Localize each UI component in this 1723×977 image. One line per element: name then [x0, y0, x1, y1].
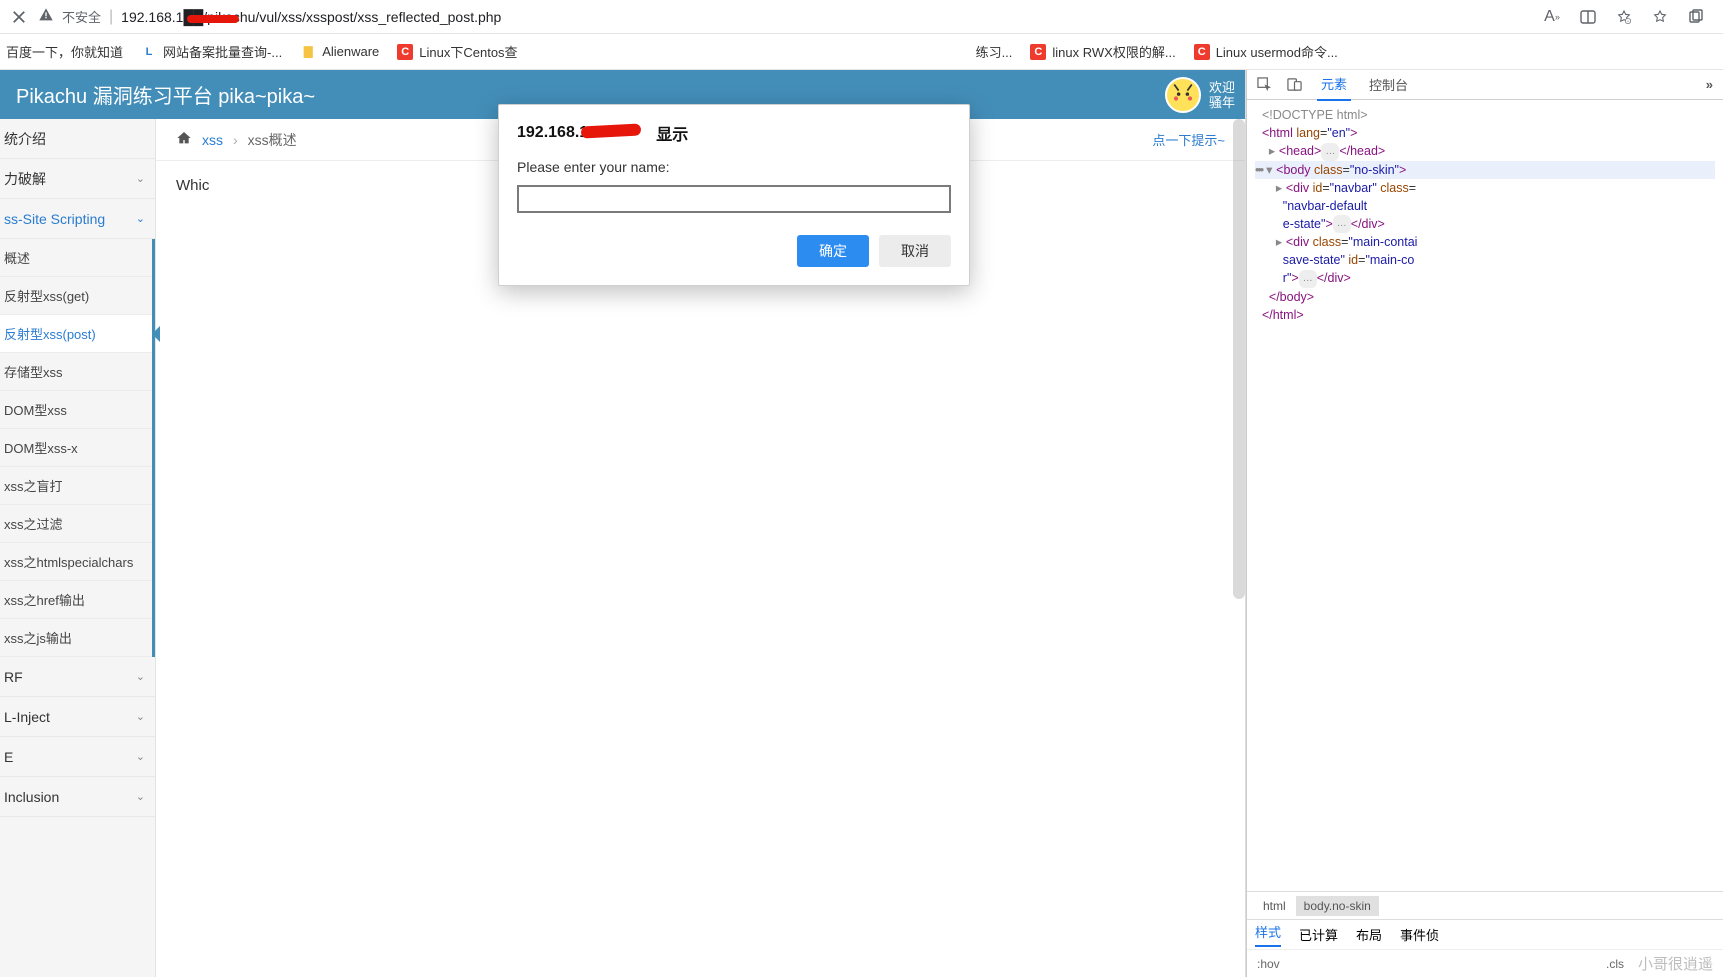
sidebar-item[interactable]: 存储型xss: [0, 353, 152, 391]
sidebar-cat[interactable]: 力破解⌄: [0, 159, 155, 199]
watermark: 小哥很逍遥: [1638, 953, 1713, 974]
tab-events[interactable]: 事件侦: [1400, 925, 1439, 944]
tab-console[interactable]: 控制台: [1365, 69, 1412, 100]
dom-breadcrumb[interactable]: html body.no-skin: [1247, 891, 1723, 919]
tab-layout[interactable]: 布局: [1356, 925, 1382, 944]
hint-link[interactable]: 点一下提示~: [1152, 130, 1225, 149]
styles-filter-bar: :hov .cls 小哥很逍遥: [1247, 949, 1723, 977]
sidebar-cat[interactable]: E⌄: [0, 737, 155, 777]
browser-right-icons: A» +: [1543, 8, 1705, 26]
tab-elements[interactable]: 元素: [1317, 68, 1351, 101]
star-icon[interactable]: [1651, 8, 1669, 26]
sidebar-item[interactable]: DOM型xss: [0, 391, 152, 429]
address-area[interactable]: 不安全 | 192.168.1██/pikachu/vul/xss/xsspos…: [38, 7, 1533, 27]
sidebar-item[interactable]: xss之盲打: [0, 467, 152, 505]
insecure-label: 不安全: [62, 7, 101, 26]
sidebar-item-active[interactable]: 反射型xss(post): [0, 315, 152, 353]
crumb-item[interactable]: html: [1255, 896, 1294, 916]
sidebar-item[interactable]: xss之过滤: [0, 505, 152, 543]
collections-icon[interactable]: [1687, 8, 1705, 26]
site-icon: C: [1030, 44, 1046, 60]
bookmark-item[interactable]: 百度一下，你就知道: [6, 42, 123, 61]
warning-icon: [38, 7, 54, 27]
folder-icon: ▇: [300, 44, 316, 60]
text-size-icon[interactable]: A»: [1543, 8, 1561, 26]
tab-styles[interactable]: 样式: [1255, 922, 1281, 947]
translate-icon[interactable]: [1579, 8, 1597, 26]
bookmark-item[interactable]: ▇Alienware: [300, 44, 379, 60]
separator: |: [109, 8, 113, 26]
site-icon: L: [141, 44, 157, 60]
content-text: Whic: [156, 161, 1245, 210]
breadcrumb: xss › xss概述 点一下提示~: [156, 119, 1245, 161]
breadcrumb-link[interactable]: xss: [202, 132, 223, 148]
devtools-panel: 元素 控制台 » <!DOCTYPE html> <html lang="en"…: [1246, 70, 1723, 977]
chevron-down-icon: ⌄: [136, 790, 145, 803]
sidebar-item[interactable]: xss之href输出: [0, 581, 152, 619]
site-title: Pikachu 漏洞练习平台 pika~pika~: [16, 80, 315, 109]
bookmark-item[interactable]: 练习...: [976, 42, 1013, 61]
bookmark-item[interactable]: CLinux usermod命令...: [1194, 42, 1338, 61]
welcome-text: 欢迎 骚年: [1209, 80, 1235, 110]
sidebar: 统介绍 力破解⌄ ss-Site Scripting⌄ 概述 反射型xss(ge…: [0, 119, 156, 977]
sidebar-cat[interactable]: L-Inject⌄: [0, 697, 155, 737]
url-text[interactable]: 192.168.1██/pikachu/vul/xss/xsspost/xss_…: [121, 9, 501, 25]
sidebar-item[interactable]: 反射型xss(get): [0, 277, 152, 315]
chevron-down-icon: ⌄: [136, 710, 145, 723]
redaction-mark: [187, 15, 239, 23]
browser-address-bar: 不安全 | 192.168.1██/pikachu/vul/xss/xsspos…: [0, 0, 1723, 34]
hov-toggle[interactable]: :hov: [1257, 957, 1280, 971]
avatar[interactable]: [1165, 77, 1201, 113]
chevron-down-icon: ⌄: [136, 670, 145, 683]
sidebar-cat-xss[interactable]: ss-Site Scripting⌄: [0, 199, 155, 239]
home-icon[interactable]: [176, 130, 192, 149]
breadcrumb-sep: ›: [233, 132, 238, 148]
site-icon: C: [397, 44, 413, 60]
device-icon[interactable]: [1287, 77, 1303, 93]
sidebar-cat[interactable]: RF⌄: [0, 657, 155, 697]
sidebar-item[interactable]: 概述: [0, 239, 152, 277]
dom-tree[interactable]: <!DOCTYPE html> <html lang="en"> ▸<head>…: [1247, 100, 1723, 891]
close-icon[interactable]: [10, 8, 28, 26]
bookmark-item[interactable]: Clinux RWX权限的解...: [1030, 42, 1175, 61]
crumb-item[interactable]: body.no-skin: [1296, 896, 1379, 916]
tab-computed[interactable]: 已计算: [1299, 925, 1338, 944]
cls-toggle[interactable]: .cls: [1606, 957, 1624, 971]
breadcrumb-current: xss概述: [248, 130, 297, 150]
bookmark-item[interactable]: L网站备案批量查询-...: [141, 42, 282, 61]
chevron-down-icon: ⌄: [136, 212, 145, 225]
more-tabs-icon[interactable]: »: [1706, 77, 1713, 92]
site-icon: C: [1194, 44, 1210, 60]
inspect-icon[interactable]: [1257, 77, 1273, 93]
sidebar-cat[interactable]: Inclusion⌄: [0, 777, 155, 817]
main-content: xss › xss概述 点一下提示~ Whic: [156, 119, 1245, 977]
chevron-down-icon: ⌄: [136, 750, 145, 763]
sidebar-item[interactable]: xss之js输出: [0, 619, 152, 657]
styles-tabs: 样式 已计算 布局 事件侦: [1247, 919, 1723, 949]
chevron-down-icon: ⌄: [136, 172, 145, 185]
scrollbar[interactable]: [1233, 119, 1245, 599]
site-header: Pikachu 漏洞练习平台 pika~pika~ 欢迎 骚年: [0, 70, 1245, 119]
sidebar-item[interactable]: DOM型xss-x: [0, 429, 152, 467]
devtools-tabs: 元素 控制台 »: [1247, 70, 1723, 100]
bookmark-item[interactable]: CLinux下Centos查: [397, 42, 517, 61]
sidebar-cat[interactable]: 统介绍: [0, 119, 155, 159]
bookmarks-bar: 百度一下，你就知道 L网站备案批量查询-... ▇Alienware CLinu…: [0, 34, 1723, 70]
sidebar-item[interactable]: xss之htmlspecialchars: [0, 543, 152, 581]
favorite-add-icon[interactable]: +: [1615, 8, 1633, 26]
